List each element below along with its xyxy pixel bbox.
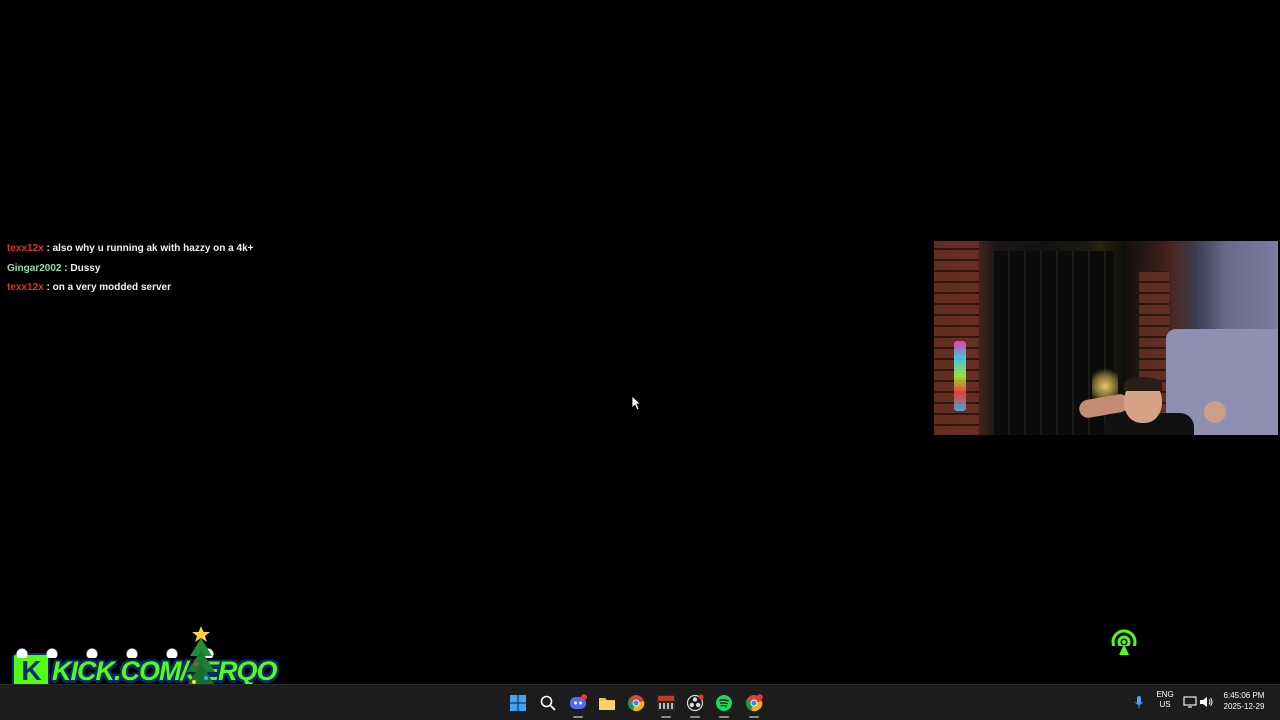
clock-time: 6:45:06 PM [1223, 691, 1265, 700]
clock-date: 2025-12-29 [1223, 702, 1265, 711]
search-icon[interactable] [535, 690, 561, 716]
streamer-hand [1204, 401, 1226, 423]
language-code: ENG [1156, 690, 1174, 699]
volume-icon[interactable] [1197, 693, 1215, 711]
chat-text: on a very modded server [52, 282, 171, 293]
kick-url: KICK.COM/JERQO [52, 655, 278, 686]
rgb-light [954, 341, 966, 411]
streamer-hair [1124, 377, 1162, 391]
chat-message: texx12x : on a very modded server [7, 281, 427, 301]
obs-icon[interactable] [682, 690, 708, 718]
chat-text: also why u running ak with hazzy on a 4k… [52, 243, 254, 254]
spotify-icon[interactable] [711, 690, 737, 718]
chrome-profile-icon[interactable] [741, 690, 767, 718]
chat-separator: : [43, 243, 53, 254]
chat-message: Gingar2002 : Dussy [7, 262, 427, 282]
chat-text: Dussy [70, 262, 101, 274]
broadcast-icon [1110, 629, 1138, 656]
mouse-cursor-icon [631, 395, 641, 411]
file-explorer-icon[interactable] [594, 690, 620, 716]
chrome-icon[interactable] [623, 690, 649, 716]
voicemeeter-icon[interactable] [653, 690, 679, 718]
clock[interactable]: 6:45:06 PM 2025-12-29 [1214, 690, 1274, 712]
webcam-feed [934, 241, 1278, 435]
chat-username: texx12x [7, 243, 44, 254]
microphone-icon[interactable] [1130, 693, 1148, 711]
taskbar: ENG US 6:45:06 PM 2025-12-29 [0, 684, 1280, 720]
chat-separator: : [43, 282, 53, 293]
language-indicator[interactable]: ENG US [1152, 690, 1178, 710]
chat-overlay: texx12x : also why u running ak with haz… [7, 242, 427, 301]
kick-banner: K KICK.COM/JERQO [12, 653, 278, 689]
chat-username: texx12x [7, 282, 44, 293]
start-menu-icon[interactable] [505, 690, 531, 716]
keyboard-region: US [1159, 700, 1171, 709]
chat-message: texx12x : also why u running ak with haz… [7, 242, 427, 262]
chat-username: Gingar2002 [7, 262, 62, 274]
discord-icon[interactable] [565, 690, 591, 718]
streamer [1077, 377, 1199, 435]
